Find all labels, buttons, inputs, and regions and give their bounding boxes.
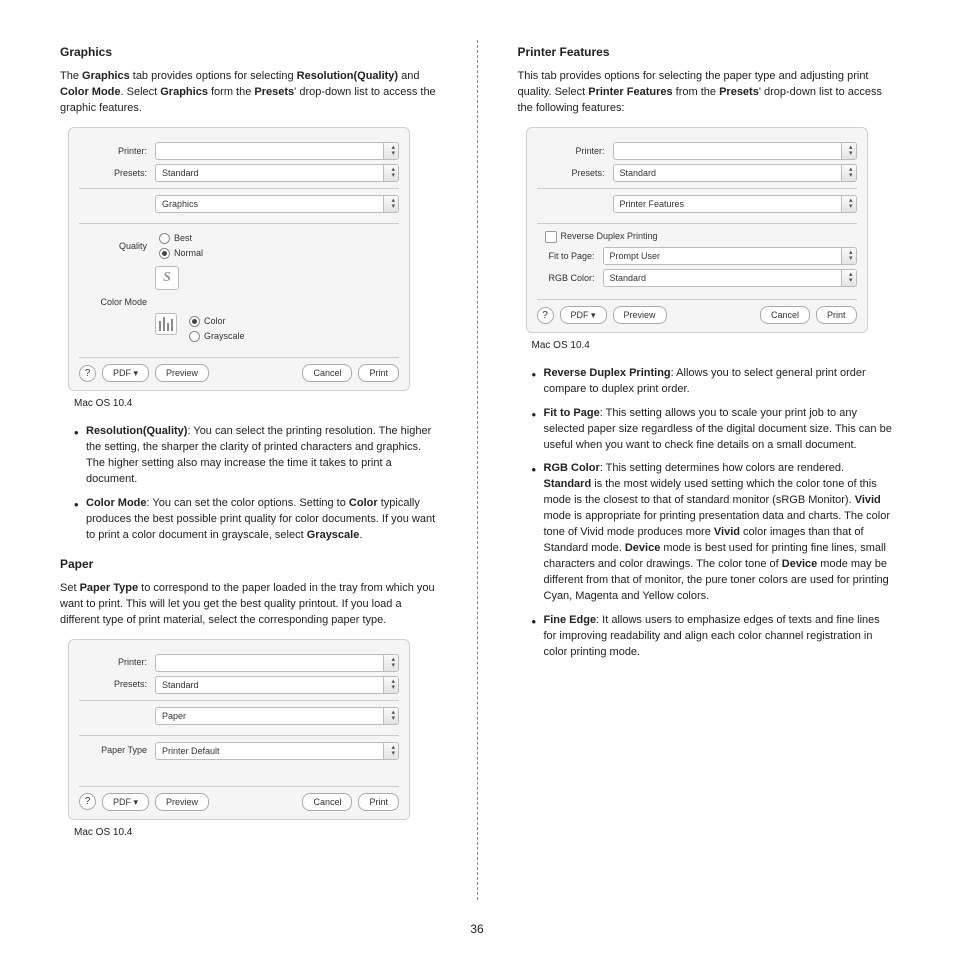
printer-select[interactable]: ▴▾ [155,654,399,672]
graphics-intro: The Graphics tab provides options for se… [60,69,437,117]
paper-dialog: Printer: ▴▾ Presets: Standard▴▾ Paper▴▾ … [68,639,410,820]
print-button[interactable]: Print [358,793,399,811]
features-heading: Printer Features [518,44,895,61]
bullet-fine-edge: Fine Edge: It allows users to emphasize … [544,613,895,661]
preview-button[interactable]: Preview [155,364,209,382]
paper-intro: Set Paper Type to correspond to the pape… [60,581,437,629]
presets-label: Presets: [79,167,155,180]
paper-heading: Paper [60,556,437,573]
column-divider [477,40,478,900]
graphics-bullets: Resolution(Quality): You can select the … [60,424,437,544]
features-dialog: Printer: ▴▾ Presets: Standard▴▾ Printer … [526,127,868,333]
bullet-reverse-duplex: Reverse Duplex Printing: Allows you to s… [544,366,895,398]
graphics-caption: Mac OS 10.4 [74,397,437,412]
help-button[interactable]: ? [79,365,96,382]
pdf-button[interactable]: PDF ▾ [102,793,149,811]
reverse-duplex-row[interactable]: Reverse Duplex Printing [545,230,857,243]
features-bullets: Reverse Duplex Printing: Allows you to s… [518,366,895,661]
help-button[interactable]: ? [537,307,554,324]
bullet-rgb-color: RGB Color: This setting determines how c… [544,461,895,604]
features-intro: This tab provides options for selecting … [518,69,895,117]
quality-best[interactable]: Best [159,232,203,245]
color-bars-icon [155,313,177,335]
radio-on-icon [189,316,200,327]
printer-select[interactable]: ▴▾ [155,142,399,160]
mode-grayscale[interactable]: Grayscale [189,330,245,343]
left-column: Graphics The Graphics tab provides optio… [60,40,437,900]
paper-caption: Mac OS 10.4 [74,826,437,841]
radio-on-icon [159,248,170,259]
papertype-select[interactable]: Printer Default▴▾ [155,742,399,760]
preview-button[interactable]: Preview [613,306,667,324]
sample-s-icon: S [155,266,179,290]
rgbcolor-select[interactable]: Standard▴▾ [603,269,857,287]
radio-off-icon [159,233,170,244]
mode-color[interactable]: Color [189,315,245,328]
fitpage-select[interactable]: Prompt User▴▾ [603,247,857,265]
checkbox-icon [545,231,557,243]
tab-select[interactable]: Graphics▴▾ [155,195,399,213]
radio-off-icon [189,331,200,342]
bullet-color-mode: Color Mode: You can set the color option… [86,496,437,544]
tab-select[interactable]: Printer Features▴▾ [613,195,857,213]
print-button[interactable]: Print [358,364,399,382]
quality-label: Quality [79,240,155,253]
right-column: Printer Features This tab provides optio… [518,40,895,900]
cancel-button[interactable]: Cancel [760,306,810,324]
tab-select[interactable]: Paper▴▾ [155,707,399,725]
page-number: 36 [470,922,483,936]
cancel-button[interactable]: Cancel [302,793,352,811]
preview-button[interactable]: Preview [155,793,209,811]
help-button[interactable]: ? [79,793,96,810]
printer-label: Printer: [79,145,155,158]
colormode-label: Color Mode [79,296,155,309]
quality-normal[interactable]: Normal [159,247,203,260]
cancel-button[interactable]: Cancel [302,364,352,382]
graphics-dialog: Printer: ▴▾ Presets: Standard▴▾ Graphics… [68,127,410,391]
pdf-button[interactable]: PDF ▾ [102,364,149,382]
presets-select[interactable]: Standard▴▾ [155,676,399,694]
presets-select[interactable]: Standard▴▾ [613,164,857,182]
printer-select[interactable]: ▴▾ [613,142,857,160]
features-caption: Mac OS 10.4 [532,339,895,354]
papertype-label: Paper Type [79,744,155,757]
pdf-button[interactable]: PDF ▾ [560,306,607,324]
graphics-heading: Graphics [60,44,437,61]
presets-select[interactable]: Standard▴▾ [155,164,399,182]
print-button[interactable]: Print [816,306,857,324]
bullet-resolution: Resolution(Quality): You can select the … [86,424,437,488]
bullet-fit-to-page: Fit to Page: This setting allows you to … [544,406,895,454]
